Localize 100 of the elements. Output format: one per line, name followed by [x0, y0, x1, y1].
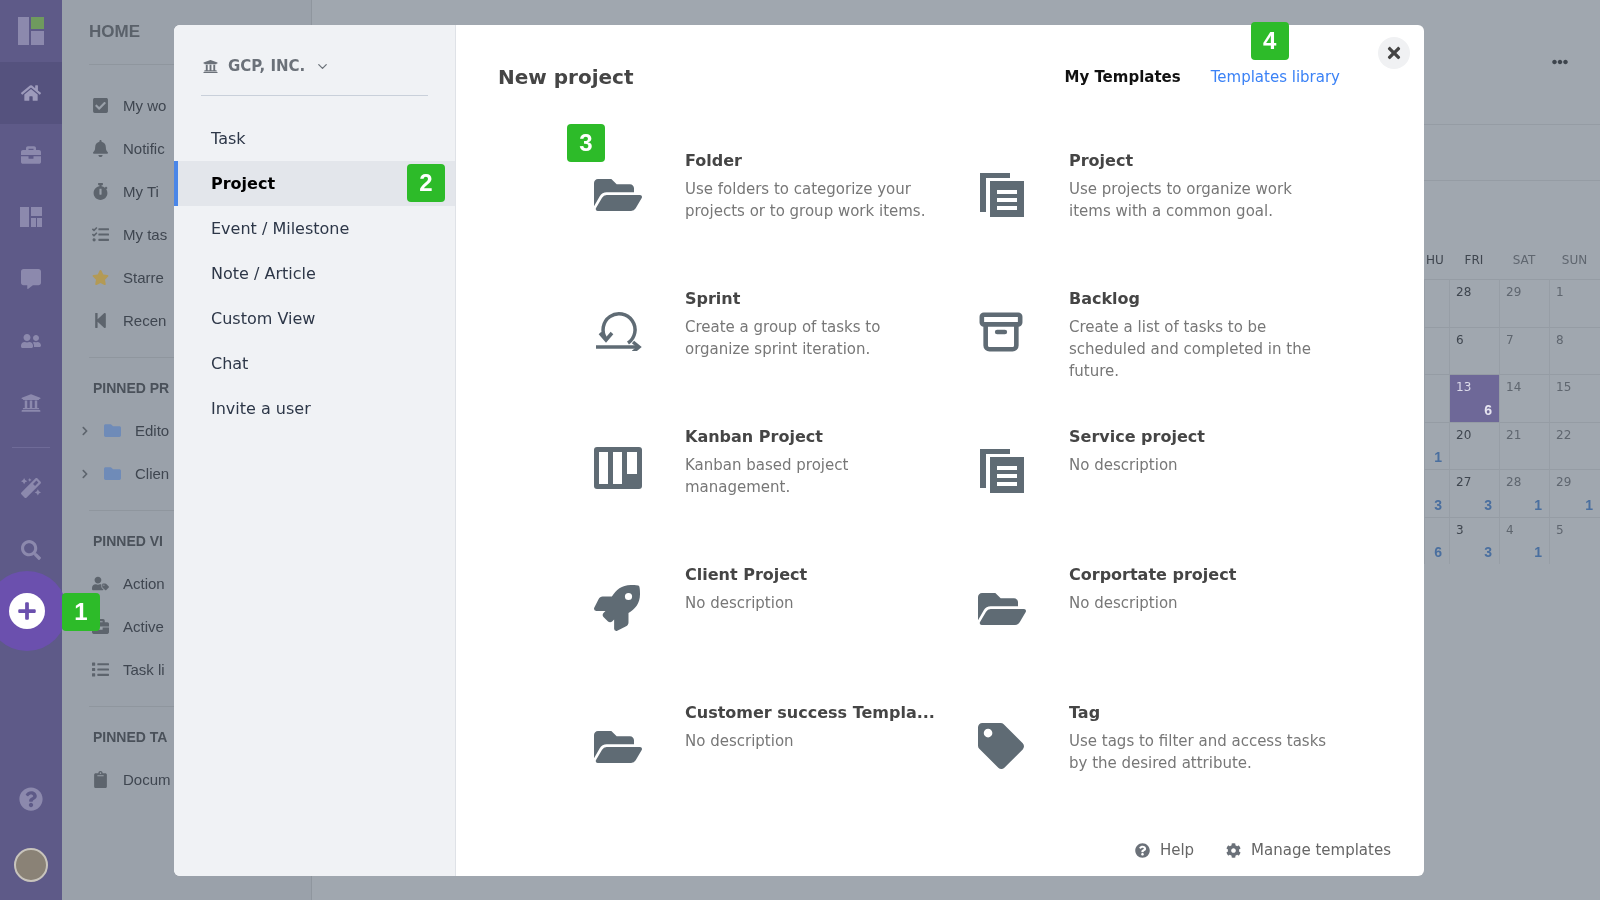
bank-icon[interactable]: [21, 393, 41, 413]
template-title[interactable]: Project: [1069, 151, 1329, 170]
template-title[interactable]: Folder: [685, 151, 945, 170]
help-icon[interactable]: [19, 787, 43, 811]
bell-icon: [92, 140, 109, 157]
day-number: 4: [1506, 522, 1514, 537]
calendar-day[interactable]: 7: [1499, 326, 1549, 374]
calendar-day[interactable]: 29: [1499, 279, 1549, 327]
home-icon[interactable]: [21, 83, 41, 103]
template-title[interactable]: Client Project: [685, 565, 945, 584]
weekday-label: HU: [1425, 252, 1445, 269]
search-icon[interactable]: [21, 540, 41, 560]
folder-icon: [104, 465, 121, 482]
day-number: 29: [1506, 285, 1522, 299]
sidebar-item[interactable]: Action: [123, 575, 165, 592]
template-title[interactable]: Corportate project: [1069, 565, 1329, 584]
day-number: 15: [1556, 380, 1572, 394]
day-number: 27: [1456, 475, 1472, 489]
calendar-day[interactable]: 28 1: [1499, 469, 1549, 517]
calendar-day[interactable]: 14: [1499, 374, 1549, 422]
tab[interactable]: My Templates: [1064, 68, 1181, 86]
day-number: 14: [1506, 380, 1522, 394]
menu-item[interactable]: Task: [174, 116, 455, 161]
sidebar-item[interactable]: Docum: [123, 771, 171, 788]
chevron-icon[interactable]: [80, 425, 90, 436]
sidebar-item[interactable]: My tas: [123, 226, 168, 243]
template-title[interactable]: Kanban Project: [685, 427, 945, 446]
manage-templates-link[interactable]: Manage templates: [1226, 841, 1391, 859]
task-count: 3: [1484, 496, 1492, 513]
menu-item[interactable]: Note / Article: [174, 251, 455, 296]
magic-wand-icon[interactable]: [21, 478, 41, 498]
step-callout: 4: [1250, 22, 1289, 60]
calendar-day[interactable]: 15: [1549, 374, 1600, 422]
menu-item[interactable]: Invite a user: [174, 386, 455, 431]
template-title[interactable]: Customer success Templa...: [685, 703, 945, 722]
calendar-day[interactable]: 21: [1499, 421, 1549, 469]
app-logo-icon[interactable]: [18, 17, 44, 45]
people-icon[interactable]: [21, 331, 41, 351]
sidebar-item[interactable]: Active: [123, 618, 164, 635]
sidebar-item[interactable]: Recen: [123, 312, 167, 329]
sidebar-item[interactable]: Clien: [135, 465, 170, 482]
help-link[interactable]: Help: [1134, 841, 1195, 859]
weekday-label: SUN: [1560, 252, 1589, 269]
bank-icon: [203, 58, 218, 74]
calendar-day[interactable]: 27 3: [1449, 469, 1499, 517]
task-count: 6: [1434, 544, 1442, 560]
template-description: No description: [685, 593, 795, 614]
day-number: 28: [1456, 285, 1472, 299]
task-count: 3: [1434, 496, 1442, 513]
step-callout: 2: [407, 164, 445, 202]
task-count: 1: [1534, 544, 1542, 560]
template-description: Kanban based project management.: [685, 455, 850, 498]
template-description: Create a group of tasks to organize sprint iteration.: [685, 317, 882, 360]
avatar[interactable]: [14, 848, 48, 882]
close-button[interactable]: [1378, 37, 1410, 69]
template-title[interactable]: Service project: [1069, 427, 1329, 446]
sidebar-item[interactable]: My wo: [123, 97, 167, 114]
rocket-icon: [594, 585, 640, 631]
calendar-day[interactable]: 29 1: [1549, 469, 1600, 517]
template-title[interactable]: Sprint: [685, 289, 945, 308]
template-description: Use projects to organize work items with a common goal.: [1069, 179, 1293, 222]
dashboard-icon[interactable]: [20, 207, 42, 227]
archive-box-icon: [978, 309, 1024, 355]
menu-item[interactable]: Chat: [174, 341, 455, 386]
calendar-day[interactable]: 3 3: [1449, 516, 1499, 564]
calendar-day[interactable]: 1: [1549, 279, 1600, 327]
calendar-day[interactable]: 4 1: [1499, 516, 1549, 564]
day-number: 29: [1556, 475, 1572, 489]
list-icon: [92, 661, 109, 678]
calendar-day[interactable]: 13 6: [1449, 374, 1499, 422]
day-number: 8: [1556, 332, 1564, 347]
day-number: 28: [1506, 475, 1522, 489]
calendar-day[interactable]: 22: [1549, 421, 1600, 469]
chat-icon[interactable]: [21, 269, 41, 289]
day-number: 7: [1506, 332, 1514, 347]
briefcase-icon[interactable]: [21, 145, 41, 165]
calendar-day[interactable]: 20: [1449, 421, 1499, 469]
template-description: No description: [1069, 593, 1179, 614]
task-list-icon: [92, 226, 109, 243]
calendar-day[interactable]: 5: [1549, 516, 1600, 564]
template-title[interactable]: Backlog: [1069, 289, 1329, 308]
sidebar-item[interactable]: Edito: [135, 422, 170, 439]
chevron-icon[interactable]: [80, 468, 90, 479]
calendar-day[interactable]: 28: [1449, 279, 1499, 327]
day-number: 21: [1506, 427, 1522, 442]
day-number: 1: [1556, 285, 1564, 299]
menu-item[interactable]: Event / Milestone: [174, 206, 455, 251]
task-count: 1: [1434, 449, 1442, 465]
sidebar-item[interactable]: My Ti: [123, 183, 159, 200]
step-callout: 1: [62, 593, 100, 631]
sidebar-item[interactable]: Task li: [123, 661, 165, 678]
task-count: 6: [1484, 401, 1492, 418]
template-title[interactable]: Tag: [1069, 703, 1329, 722]
task-count: 1: [1585, 496, 1593, 513]
menu-item[interactable]: Custom View: [174, 296, 455, 341]
sidebar-item[interactable]: Notific: [123, 140, 165, 157]
menu-item[interactable]: Project 2: [174, 161, 455, 206]
briefcase-icon: [92, 618, 109, 635]
sidebar-item[interactable]: Starre: [123, 269, 164, 286]
calendar-day[interactable]: 8: [1549, 326, 1600, 374]
